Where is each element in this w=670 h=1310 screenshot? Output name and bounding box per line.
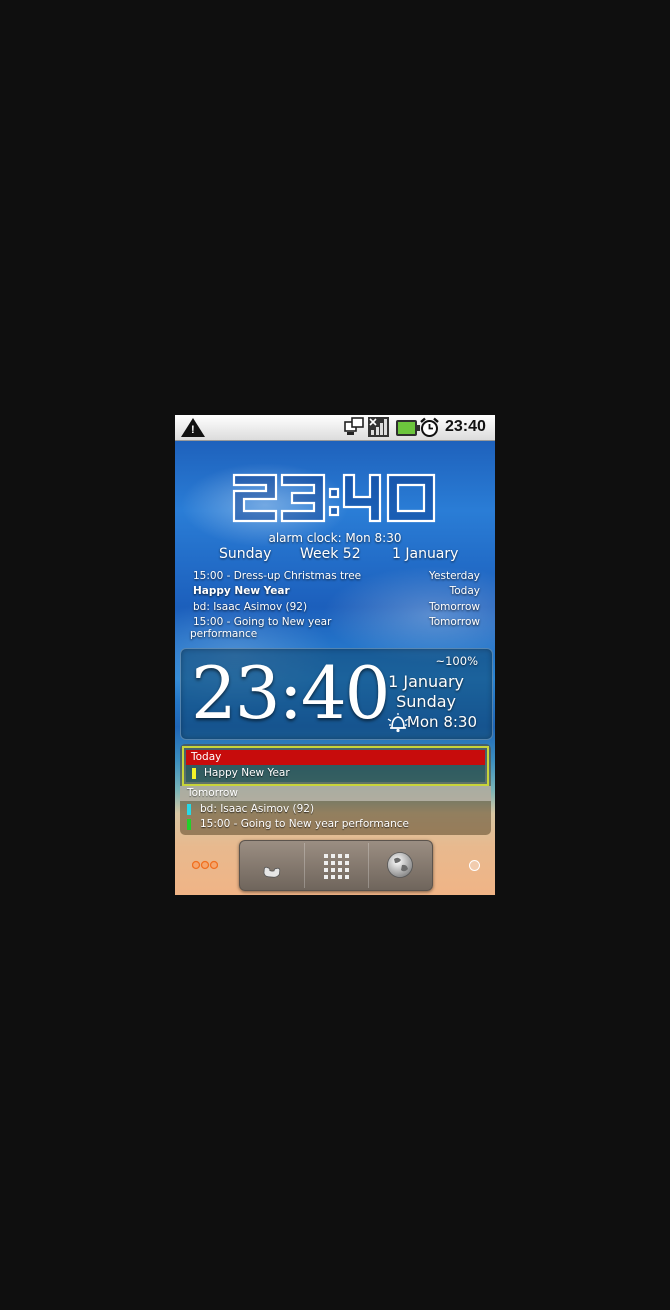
status-bar[interactable]: ! 23:40 <box>175 415 495 441</box>
event-title[interactable]: 15:00 - Going to New year performance <box>200 818 409 830</box>
event-when: Tomorrow <box>429 616 480 628</box>
sync-icon <box>344 417 364 435</box>
widget2-alarm: Mon 8:30 <box>406 713 477 731</box>
calendar-widget[interactable]: Today Happy New Year Tomorrow bd: Isaac … <box>180 744 491 835</box>
alarm-clock-line: alarm clock: Mon 8:30 <box>268 531 402 545</box>
today-label: Today <box>191 751 222 763</box>
event-when: Today <box>449 585 480 597</box>
event-title[interactable]: bd: Isaac Asimov (92) <box>193 601 307 613</box>
status-bar-time: 23:40 <box>445 418 486 435</box>
warning-icon[interactable]: ! <box>181 418 205 437</box>
week-number: Week 52 <box>300 546 361 562</box>
app-grid-icon <box>324 854 349 879</box>
date-label: 1 January <box>392 546 459 562</box>
event-when: Tomorrow <box>429 601 480 613</box>
day-of-week: Sunday <box>219 546 272 562</box>
phone-screen: ! 23:40 alarm clock: Mon 8:30 Sunday Wee… <box>175 415 495 895</box>
alarm-bell-icon <box>387 713 409 733</box>
tomorrow-label: Tomorrow <box>187 787 238 799</box>
browser-button[interactable] <box>368 841 432 890</box>
previous-page-dots-icon[interactable] <box>192 860 218 870</box>
widget2-date: 1 January <box>388 672 464 691</box>
browser-globe-icon <box>387 852 413 878</box>
event-title[interactable]: 15:00 - Dress-up Christmas tree <box>193 570 361 582</box>
widget2-day: Sunday <box>396 692 456 711</box>
digital-clock-time[interactable] <box>230 467 440 527</box>
alarm-icon <box>420 417 439 437</box>
event-when: Yesterday <box>429 570 480 582</box>
event-title[interactable]: bd: Isaac Asimov (92) <box>200 803 314 815</box>
event-color-bar <box>192 768 196 779</box>
battery-icon <box>396 420 420 436</box>
event-title-continuation[interactable]: performance <box>190 628 257 640</box>
app-dock <box>239 840 433 891</box>
battery-percent: ~100% <box>435 654 478 668</box>
phone-button[interactable] <box>240 841 304 890</box>
list-item[interactable]: Happy New Year <box>186 765 485 782</box>
event-title[interactable]: 15:00 - Going to New year <box>193 616 331 628</box>
next-page-dot-icon[interactable] <box>469 860 480 871</box>
analog-style-time: 23:40 <box>191 651 390 735</box>
today-section: Today Happy New Year <box>182 746 489 786</box>
today-header: Today <box>186 750 485 765</box>
event-title: Happy New Year <box>204 767 290 779</box>
phone-icon <box>263 866 281 878</box>
event-color-bar <box>187 804 191 815</box>
signal-icon <box>368 417 389 437</box>
tomorrow-header: Tomorrow <box>180 786 491 801</box>
event-color-bar <box>187 819 191 830</box>
clock-widget-2[interactable]: 23:40 ~100% 1 January Sunday Mon 8:30 <box>180 648 493 740</box>
event-title[interactable]: Happy New Year <box>193 585 290 597</box>
app-drawer-button[interactable] <box>304 841 368 890</box>
